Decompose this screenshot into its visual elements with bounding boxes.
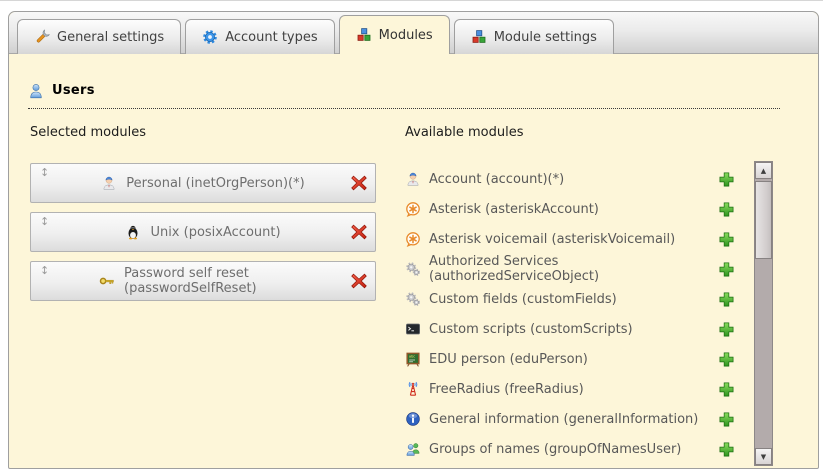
modules-icon [356,27,372,43]
up-arrow-icon: ▲ [761,167,766,175]
add-icon [718,411,735,428]
user-icon [28,83,44,99]
add-module-button[interactable] [718,411,735,428]
modules-panel: Users Selected modules ↕ Personal (inetO… [9,54,818,468]
add-icon [718,201,735,218]
tab-modules[interactable]: Modules [339,15,450,54]
available-module-row: Authorized Services (authorizedServiceOb… [405,254,735,284]
delete-icon [350,223,368,241]
module-label: General information (generalInformation) [429,412,698,427]
asterisk-icon [405,201,421,217]
add-module-button[interactable] [718,231,735,248]
available-module-row: General information (generalInformation) [405,404,735,434]
available-module-row: Account (account)(*) [405,164,735,194]
tab-label: Account types [225,30,317,45]
gears-icon [405,291,421,307]
module-label: Account (account)(*) [429,172,564,187]
module-label: Unix (posixAccount) [150,225,280,240]
available-module-row: Asterisk (asteriskAccount) [405,194,735,224]
add-icon [718,321,735,338]
tab-label: General settings [57,30,164,45]
drag-handle-icon[interactable]: ↕ [40,265,49,277]
wrench-icon [34,29,50,45]
add-module-button[interactable] [718,261,735,278]
module-label: Custom scripts (customScripts) [429,322,633,337]
selected-module-row[interactable]: ↕ Unix (posixAccount) [30,212,376,252]
settings-window: General settings Account types Modules M… [8,11,819,469]
available-modules-label: Available modules [405,125,735,141]
add-icon [718,261,735,278]
selected-module-row[interactable]: ↕ Personal (inetOrgPerson)(*) [30,163,376,203]
tab-module-settings[interactable]: Module settings [454,19,614,54]
delete-icon [350,272,368,290]
users-section-heading: Users [28,83,780,109]
module-label: EDU person (eduPerson) [429,352,588,367]
available-scrollbar[interactable]: ▲ ▼ [754,161,773,466]
available-module-row: FreeRadius (freeRadius) [405,374,735,404]
tux-icon [125,224,141,240]
selected-modules-list: ↕ Personal (inetOrgPerson)(*) ↕ Unix (po… [30,163,378,301]
asterisk-icon [405,231,421,247]
tab-account-types[interactable]: Account types [185,19,334,54]
add-module-button[interactable] [718,351,735,368]
selected-modules-label: Selected modules [30,125,378,141]
add-module-button[interactable] [718,381,735,398]
module-label: Authorized Services (authorizedServiceOb… [429,254,710,284]
scroll-down-button[interactable]: ▼ [755,448,772,465]
scroll-thumb[interactable] [755,181,772,259]
add-module-button[interactable] [718,171,735,188]
gears-icon [405,261,421,277]
module-label: Password self reset (passwordSelfReset) [124,266,375,296]
selected-modules-column: Selected modules ↕ Personal (inetOrgPers… [30,125,378,310]
section-title: Users [52,83,95,98]
selected-module-row[interactable]: ↕ Password self reset (passwordSelfReset… [30,261,376,301]
add-module-button[interactable] [718,201,735,218]
tab-label: Module settings [494,30,597,45]
board-icon [405,351,421,367]
module-label: Asterisk voicemail (asteriskVoicemail) [429,232,675,247]
module-label: Asterisk (asteriskAccount) [429,202,599,217]
available-module-row: EDU person (eduPerson) [405,344,735,374]
info-icon [405,411,421,427]
available-module-row: Custom scripts (customScripts) [405,314,735,344]
remove-module-button[interactable] [350,223,368,241]
terminal-icon [405,321,421,337]
module-label: Personal (inetOrgPerson)(*) [126,176,304,191]
tab-bar: General settings Account types Modules M… [9,12,818,54]
person-icon [101,175,117,191]
add-icon [718,291,735,308]
drag-handle-icon[interactable]: ↕ [40,167,49,179]
available-module-row: Custom fields (customFields) [405,284,735,314]
remove-module-button[interactable] [350,174,368,192]
module-label: Groups of names (groupOfNamesUser) [429,442,681,457]
gear-icon [202,29,218,45]
available-modules-list: Account (account)(*) Asterisk (asteriskA… [405,164,735,464]
module-label: Custom fields (customFields) [429,292,617,307]
add-module-button[interactable] [718,291,735,308]
add-icon [718,171,735,188]
add-icon [718,351,735,368]
group-icon [405,441,421,457]
radio-icon [405,381,421,397]
available-modules-column: Available modules Account (account)(*) A… [405,125,735,464]
module-label: FreeRadius (freeRadius) [429,382,584,397]
add-module-button[interactable] [718,321,735,338]
modules-icon [471,29,487,45]
add-icon [718,381,735,398]
remove-module-button[interactable] [350,272,368,290]
tab-general-settings[interactable]: General settings [17,19,181,54]
add-icon [718,441,735,458]
add-icon [718,231,735,248]
available-module-row: Asterisk voicemail (asteriskVoicemail) [405,224,735,254]
scroll-up-button[interactable]: ▲ [755,162,772,179]
tab-label: Modules [379,28,433,43]
down-arrow-icon: ▼ [761,453,766,461]
available-module-row: Groups of names (groupOfNamesUser) [405,434,735,464]
delete-icon [350,174,368,192]
person-icon [405,171,421,187]
drag-handle-icon[interactable]: ↕ [40,216,49,228]
add-module-button[interactable] [718,441,735,458]
key-icon [99,273,115,289]
